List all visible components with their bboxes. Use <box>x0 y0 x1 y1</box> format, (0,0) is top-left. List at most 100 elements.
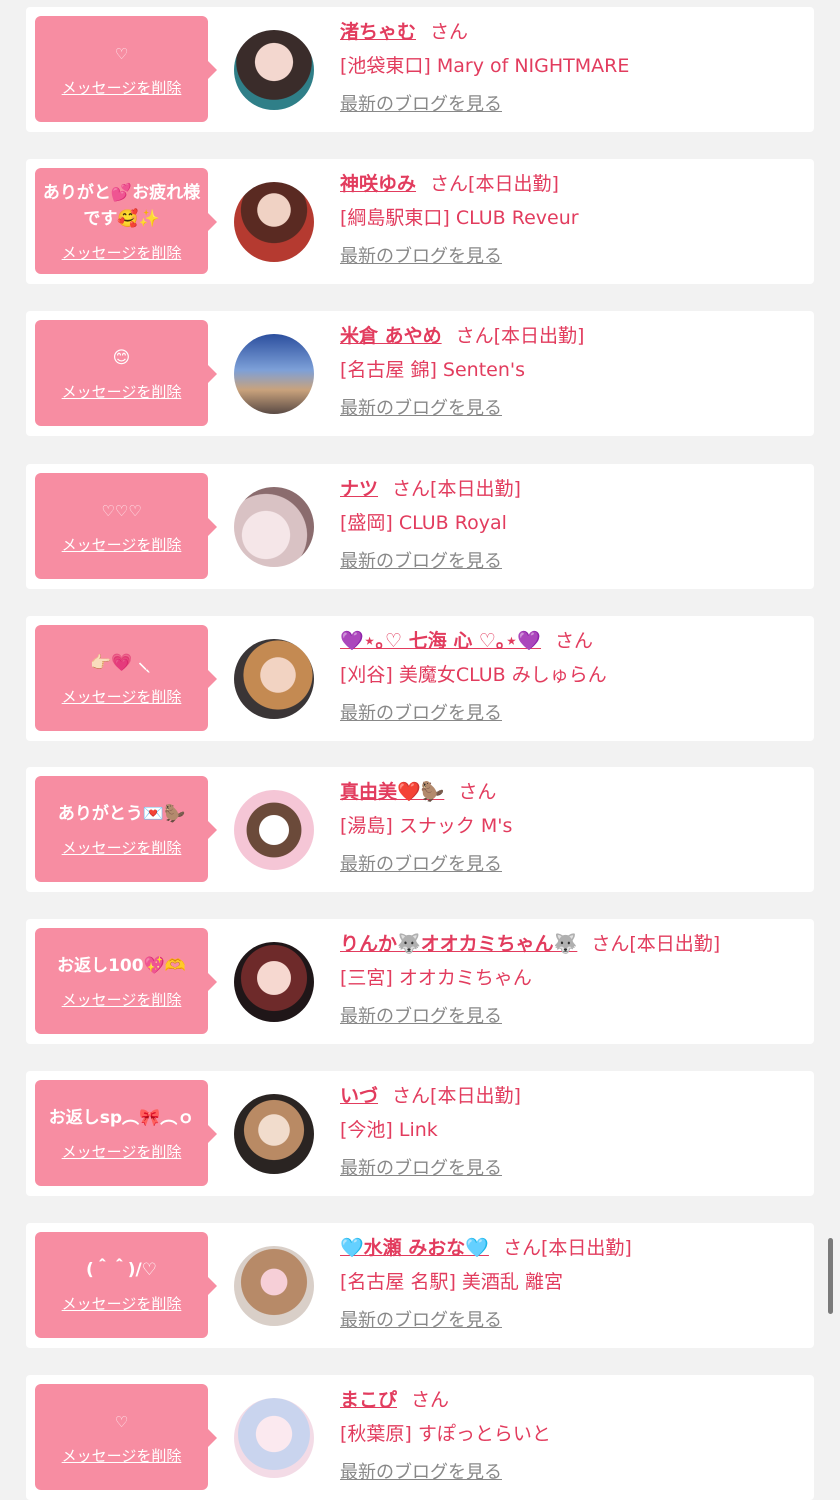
delete-message-link[interactable]: メッセージを削除 <box>62 242 182 263</box>
cast-name-link[interactable]: 真由美❤️🦫 <box>340 781 444 803</box>
latest-blog-link[interactable]: 最新のブログを見る <box>340 1006 502 1027</box>
avatar[interactable] <box>234 1246 314 1326</box>
cast-info: 真由美❤️🦫 さん [湯島] スナック M's 最新のブログを見る <box>340 775 804 881</box>
delete-message-link[interactable]: メッセージを削除 <box>62 534 182 555</box>
cast-info: ナツ さん[本日出勤] [盛岡] CLUB Royal 最新のブログを見る <box>340 472 804 578</box>
avatar[interactable] <box>234 790 314 870</box>
honorific: さん <box>430 173 469 195</box>
cast-name-link[interactable]: 米倉 あやめ <box>340 325 442 347</box>
delete-message-link[interactable]: メッセージを削除 <box>62 1141 182 1162</box>
message-card: お返しsp︵🎀︵ｏ メッセージを削除 いづ さん[本日出勤] [今池] Link … <box>26 1071 814 1196</box>
delete-message-link[interactable]: メッセージを削除 <box>62 381 182 402</box>
message-bubble: お返しsp︵🎀︵ｏ メッセージを削除 <box>35 1080 217 1186</box>
message-bubble: 😊 メッセージを削除 <box>35 320 217 426</box>
message-bubble: ♡ メッセージを削除 <box>35 16 217 122</box>
avatar[interactable] <box>234 1398 314 1478</box>
cast-name-link[interactable]: まこぴ <box>340 1389 397 1411</box>
cast-info: 渚ちゃむ さん [池袋東口] Mary of NIGHTMARE 最新のブログを見… <box>340 15 804 121</box>
cast-name-row: りんか🐺オオカミちゃん🐺 さん[本日出勤] <box>340 927 804 961</box>
latest-blog-link[interactable]: 最新のブログを見る <box>340 246 502 267</box>
message-text: 👉🏻💗 ⸜ ̖ <box>90 652 153 673</box>
delete-message-link[interactable]: メッセージを削除 <box>62 989 182 1010</box>
cast-info: まこぴ さん [秋葉原] すぽっとらいと 最新のブログを見る <box>340 1383 804 1489</box>
cast-name-link[interactable]: りんか🐺オオカミちゃん🐺 <box>340 933 577 955</box>
shop-name: [名古屋 錦] Senten's <box>340 359 525 381</box>
cast-name-row: 💜⋆｡♡ 七海 心 ♡｡⋆💜 さん <box>340 624 804 658</box>
message-text: ♡ <box>114 1412 129 1431</box>
attendance-badge: [本日出勤] <box>493 325 585 347</box>
cast-info: 💜⋆｡♡ 七海 心 ♡｡⋆💜 さん [刈谷] 美魔女CLUB みしゅらん 最新のブ… <box>340 624 804 730</box>
cast-name-row: 米倉 あやめ さん[本日出勤] <box>340 319 804 353</box>
cast-name-link[interactable]: 💜⋆｡♡ 七海 心 ♡｡⋆💜 <box>340 630 541 652</box>
message-bubble: お返し100💖🫶 メッセージを削除 <box>35 928 217 1034</box>
avatar[interactable] <box>234 334 314 414</box>
delete-message-link[interactable]: メッセージを削除 <box>62 686 182 707</box>
cast-name-link[interactable]: 🩵水瀬 みおな🩵 <box>340 1237 489 1259</box>
delete-message-link[interactable]: メッセージを削除 <box>62 837 182 858</box>
latest-blog-link[interactable]: 最新のブログを見る <box>340 703 502 724</box>
message-card: ありがとう💌🦫 メッセージを削除 真由美❤️🦫 さん [湯島] スナック M's … <box>26 767 814 892</box>
cast-name-link[interactable]: 渚ちゃむ <box>340 21 416 43</box>
message-card: ありがと💕お疲れ様です🥰✨ メッセージを削除 神咲ゆみ さん[本日出勤] [綱島駅… <box>26 159 814 284</box>
attendance-badge: [本日出勤] <box>629 933 721 955</box>
latest-blog-link[interactable]: 最新のブログを見る <box>340 94 502 115</box>
avatar[interactable] <box>234 1094 314 1174</box>
cast-name-link[interactable]: 神咲ゆみ <box>340 173 416 195</box>
honorific: さん <box>591 933 630 955</box>
latest-blog-link[interactable]: 最新のブログを見る <box>340 854 502 875</box>
cast-name-link[interactable]: ナツ <box>340 478 378 500</box>
message-text: ありがと💕お疲れ様です🥰✨ <box>42 182 201 229</box>
latest-blog-link[interactable]: 最新のブログを見る <box>340 551 502 572</box>
attendance-badge: [本日出勤] <box>540 1237 632 1259</box>
shop-name: [刈谷] 美魔女CLUB みしゅらん <box>340 664 607 686</box>
delete-message-link[interactable]: メッセージを削除 <box>62 1293 182 1314</box>
message-bubble: (＾＾)/♡ メッセージを削除 <box>35 1232 217 1338</box>
honorific: さん <box>555 630 594 652</box>
avatar[interactable] <box>234 942 314 1022</box>
message-text: お返しsp︵🎀︵ｏ <box>48 1107 195 1128</box>
delete-message-link[interactable]: メッセージを削除 <box>62 77 182 98</box>
cast-name-link[interactable]: いづ <box>340 1085 378 1107</box>
message-card: 👉🏻💗 ⸜ ̖ メッセージを削除 💜⋆｡♡ 七海 心 ♡｡⋆💜 さん [刈谷] 美… <box>26 616 814 741</box>
cast-name-row: いづ さん[本日出勤] <box>340 1079 804 1113</box>
shop-name: [三宮] オオカミちゃん <box>340 967 532 989</box>
scrollbar[interactable] <box>828 1238 833 1314</box>
shop-name: [今池] Link <box>340 1119 438 1141</box>
message-text: (＾＾)/♡ <box>86 1259 157 1280</box>
message-bubble: 👉🏻💗 ⸜ ̖ メッセージを削除 <box>35 625 217 731</box>
avatar[interactable] <box>234 30 314 110</box>
cast-name-row: 真由美❤️🦫 さん <box>340 775 804 809</box>
shop-name: [池袋東口] Mary of NIGHTMARE <box>340 55 630 77</box>
honorific: さん <box>392 478 431 500</box>
cast-name-row: まこぴ さん <box>340 1383 804 1417</box>
message-card: (＾＾)/♡ メッセージを削除 🩵水瀬 みおな🩵 さん[本日出勤] [名古屋 名駅… <box>26 1223 814 1348</box>
message-card: ♡♡♡ メッセージを削除 ナツ さん[本日出勤] [盛岡] CLUB Royal … <box>26 464 814 589</box>
cast-info: 🩵水瀬 みおな🩵 さん[本日出勤] [名古屋 名駅] 美酒乱 離宮 最新のブログを… <box>340 1231 804 1337</box>
honorific: さん <box>411 1389 450 1411</box>
latest-blog-link[interactable]: 最新のブログを見る <box>340 1158 502 1179</box>
cast-name-row: 渚ちゃむ さん <box>340 15 804 49</box>
message-bubble: ♡♡♡ メッセージを削除 <box>35 473 217 579</box>
message-card: お返し100💖🫶 メッセージを削除 りんか🐺オオカミちゃん🐺 さん[本日出勤] [… <box>26 919 814 1044</box>
cast-info: 神咲ゆみ さん[本日出勤] [綱島駅東口] CLUB Reveur 最新のブログを… <box>340 167 804 273</box>
message-text: ♡♡♡ <box>101 501 142 520</box>
shop-name: [湯島] スナック M's <box>340 815 513 837</box>
latest-blog-link[interactable]: 最新のブログを見る <box>340 1462 502 1483</box>
attendance-badge: [本日出勤] <box>430 478 521 500</box>
latest-blog-link[interactable]: 最新のブログを見る <box>340 1310 502 1331</box>
avatar[interactable] <box>234 487 314 567</box>
cast-info: りんか🐺オオカミちゃん🐺 さん[本日出勤] [三宮] オオカミちゃん 最新のブログ… <box>340 927 804 1033</box>
latest-blog-link[interactable]: 最新のブログを見る <box>340 398 502 419</box>
delete-message-link[interactable]: メッセージを削除 <box>62 1445 182 1466</box>
cast-info: 米倉 あやめ さん[本日出勤] [名古屋 錦] Senten's 最新のブログを見… <box>340 319 804 425</box>
honorific: さん <box>430 21 469 43</box>
avatar[interactable] <box>234 182 314 262</box>
message-bubble: ありがとう💌🦫 メッセージを削除 <box>35 776 217 882</box>
attendance-badge: [本日出勤] <box>430 1085 521 1107</box>
honorific: さん <box>392 1085 431 1107</box>
avatar[interactable] <box>234 639 314 719</box>
message-text: ♡ <box>114 44 129 63</box>
cast-name-row: ナツ さん[本日出勤] <box>340 472 804 506</box>
honorific: さん <box>502 1237 541 1259</box>
shop-name: [盛岡] CLUB Royal <box>340 512 507 534</box>
